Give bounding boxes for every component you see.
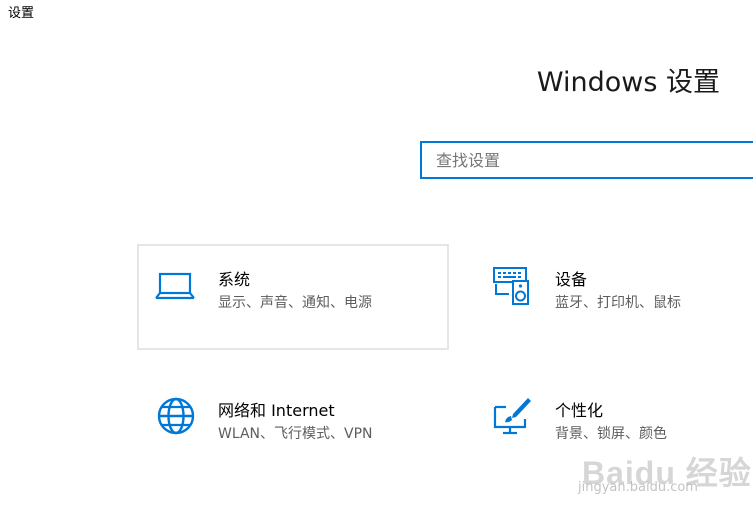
page-title: Windows 设置 bbox=[536, 67, 720, 98]
tile-system-desc: 显示、声音、通知、电源 bbox=[218, 295, 372, 311]
globe-icon bbox=[157, 397, 195, 435]
devices-icon bbox=[493, 267, 529, 305]
settings-window: 设置 Windows 设置 系统 显示、声音、通知、电源 设备 蓝 bbox=[0, 0, 753, 514]
tile-network-title: 网络和 Internet bbox=[218, 401, 335, 420]
personalization-icon bbox=[493, 398, 531, 435]
tile-devices[interactable]: 设备 蓝牙、打印机、鼠标 bbox=[474, 244, 753, 350]
tile-system[interactable]: 系统 显示、声音、通知、电源 bbox=[137, 244, 449, 350]
tile-devices-title: 设备 bbox=[555, 270, 588, 289]
window-title: 设置 bbox=[8, 6, 35, 21]
tile-network[interactable]: 网络和 Internet WLAN、飞行模式、VPN bbox=[137, 375, 449, 481]
search-box[interactable] bbox=[420, 141, 753, 179]
baidu-watermark: Baidu 经验 jingyan.baidu.com bbox=[560, 448, 751, 508]
tile-system-title: 系统 bbox=[218, 270, 251, 289]
tile-devices-desc: 蓝牙、打印机、鼠标 bbox=[555, 295, 681, 311]
tile-network-desc: WLAN、飞行模式、VPN bbox=[218, 426, 373, 442]
laptop-icon bbox=[155, 272, 195, 300]
tile-personalization-desc: 背景、锁屏、颜色 bbox=[555, 426, 667, 442]
search-input[interactable] bbox=[422, 143, 753, 177]
watermark-url: jingyan.baidu.com bbox=[578, 480, 698, 495]
tile-personalization-title: 个性化 bbox=[555, 401, 604, 420]
